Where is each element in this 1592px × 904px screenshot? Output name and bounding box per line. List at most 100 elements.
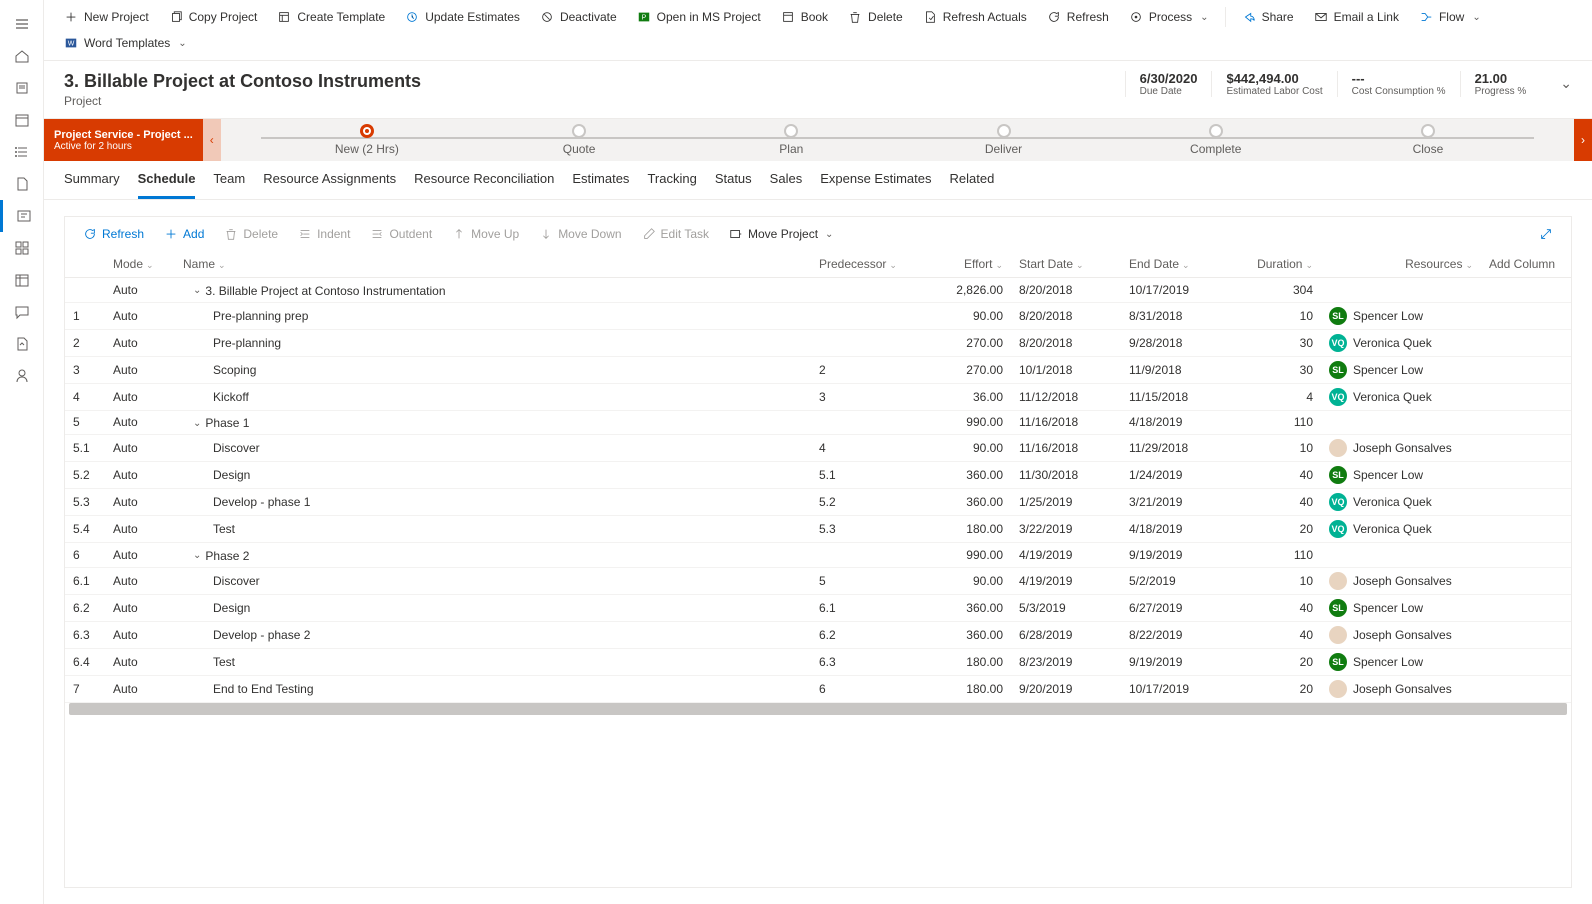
nav-person-icon[interactable] [0,360,44,392]
move-down-button[interactable]: Move Down [531,223,629,245]
nav-schedule-icon[interactable] [0,264,44,296]
nav-report-icon[interactable] [0,328,44,360]
avatar: SL [1329,466,1347,484]
copy-project-button[interactable]: Copy Project [161,6,266,28]
column-header[interactable]: Mode⌄ [105,251,175,278]
add-button[interactable]: Add [156,223,212,245]
column-header[interactable]: Resources⌄ [1321,251,1481,278]
bpf-prev-icon[interactable]: ‹ [203,119,221,161]
bpf-stage[interactable]: Complete [1110,124,1322,156]
table-row[interactable]: Auto ⌄3. Billable Project at Contoso Ins… [65,278,1571,303]
tab-estimates[interactable]: Estimates [572,171,629,199]
nav-menu-icon[interactable] [0,8,44,40]
tab-team[interactable]: Team [213,171,245,199]
nav-calendar-icon[interactable] [0,104,44,136]
svg-text:W: W [68,41,75,48]
column-header[interactable]: Effort⌄ [921,251,1011,278]
create-template-button[interactable]: Create Template [269,6,393,28]
nav-file-icon[interactable] [0,168,44,200]
table-row[interactable]: 2 Auto Pre-planning 270.00 8/20/2018 9/2… [65,329,1571,356]
move-up-button[interactable]: Move Up [444,223,527,245]
table-row[interactable]: 6.2 Auto Design 6.1 360.00 5/3/2019 6/27… [65,594,1571,621]
table-row[interactable]: 5 Auto ⌄Phase 1 990.00 11/16/2018 4/18/2… [65,410,1571,435]
nav-chat-icon[interactable] [0,296,44,328]
column-header[interactable]: Name⌄ [175,251,811,278]
bpf-next-icon[interactable]: › [1574,119,1592,161]
refresh-button[interactable]: Refresh [1039,6,1117,28]
open-in-ms-project-button[interactable]: POpen in MS Project [629,6,769,28]
bpf-stage[interactable]: Plan [685,124,897,156]
email-a-link-button[interactable]: Email a Link [1306,6,1407,28]
fullscreen-icon[interactable] [1531,223,1561,245]
update-estimates-button[interactable]: Update Estimates [397,6,528,28]
table-row[interactable]: 3 Auto Scoping 2 270.00 10/1/2018 11/9/2… [65,356,1571,383]
delete-button[interactable]: Delete [216,223,286,245]
indent-button[interactable]: Indent [290,223,358,245]
column-header[interactable]: Duration⌄ [1231,251,1321,278]
refresh-actuals-button[interactable]: Refresh Actuals [915,6,1035,28]
tab-resource-reconciliation[interactable]: Resource Reconciliation [414,171,554,199]
expand-icon[interactable]: ⌄ [193,418,201,429]
tab-tracking[interactable]: Tracking [647,171,696,199]
table-row[interactable]: 4 Auto Kickoff 3 36.00 11/12/2018 11/15/… [65,383,1571,410]
avatar: VQ [1329,388,1347,406]
table-row[interactable]: 5.3 Auto Develop - phase 1 5.2 360.00 1/… [65,489,1571,516]
nav-rail [0,0,44,904]
expand-icon[interactable]: ⌄ [193,550,201,561]
tab-schedule[interactable]: Schedule [138,171,196,199]
bpf-stage[interactable]: Close [1322,124,1534,156]
share-button[interactable]: Share [1234,6,1302,28]
table-row[interactable]: 5.1 Auto Discover 4 90.00 11/16/2018 11/… [65,435,1571,462]
tab-sales[interactable]: Sales [770,171,803,199]
table-row[interactable]: 7 Auto End to End Testing 6 180.00 9/20/… [65,675,1571,702]
header-expand-icon[interactable]: ⌄ [1560,71,1572,92]
word-templates-button[interactable]: WWord Templates⌄ [56,32,195,54]
deactivate-button[interactable]: Deactivate [532,6,625,28]
table-row[interactable]: 6.4 Auto Test 6.3 180.00 8/23/2019 9/19/… [65,648,1571,675]
horizontal-scrollbar[interactable] [69,703,1567,715]
flow-button[interactable]: Flow⌄ [1411,6,1489,28]
book-button[interactable]: Book [773,6,836,28]
table-row[interactable]: 1 Auto Pre-planning prep 90.00 8/20/2018… [65,302,1571,329]
column-header[interactable] [65,251,105,278]
schedule-grid[interactable]: Mode⌄Name⌄Predecessor⌄Effort⌄Start Date⌄… [65,251,1571,887]
nav-project-icon[interactable] [0,200,44,232]
table-row[interactable]: 5.2 Auto Design 5.1 360.00 11/30/2018 1/… [65,462,1571,489]
avatar: VQ [1329,334,1347,352]
outdent-button[interactable]: Outdent [362,223,440,245]
page-title: 3. Billable Project at Contoso Instrumen… [64,71,1105,92]
table-row[interactable]: 6 Auto ⌄Phase 2 990.00 4/19/2019 9/19/20… [65,543,1571,568]
nav-recent-icon[interactable] [0,72,44,104]
column-header[interactable]: Add Column [1481,251,1571,278]
tab-resource-assignments[interactable]: Resource Assignments [263,171,396,199]
tab-expense-estimates[interactable]: Expense Estimates [820,171,931,199]
tab-summary[interactable]: Summary [64,171,120,199]
process-button[interactable]: Process⌄ [1121,6,1217,28]
column-header[interactable]: Predecessor⌄ [811,251,921,278]
avatar: SL [1329,361,1347,379]
bpf-stage[interactable]: New (2 Hrs) [261,124,473,156]
table-row[interactable]: 6.1 Auto Discover 5 90.00 4/19/2019 5/2/… [65,567,1571,594]
tab-related[interactable]: Related [949,171,994,199]
nav-list-icon[interactable] [0,136,44,168]
column-header[interactable]: Start Date⌄ [1011,251,1121,278]
bpf-stage[interactable]: Deliver [897,124,1109,156]
refresh-button[interactable]: Refresh [75,223,152,245]
expand-icon[interactable]: ⌄ [193,285,201,296]
nav-home-icon[interactable] [0,40,44,72]
avatar [1329,626,1347,644]
form-tabs: Summary Schedule Team Resource Assignments R… [44,161,1592,200]
nav-grid-icon[interactable] [0,232,44,264]
new-project-button[interactable]: New Project [56,6,157,28]
command-bar: New ProjectCopy ProjectCreate TemplateUp… [44,0,1592,61]
avatar [1329,572,1347,590]
table-row[interactable]: 6.3 Auto Develop - phase 2 6.2 360.00 6/… [65,621,1571,648]
edit-task-button[interactable]: Edit Task [634,223,717,245]
avatar: SL [1329,653,1347,671]
tab-status[interactable]: Status [715,171,752,199]
bpf-stage[interactable]: Quote [473,124,685,156]
column-header[interactable]: End Date⌄ [1121,251,1231,278]
delete-button[interactable]: Delete [840,6,911,28]
table-row[interactable]: 5.4 Auto Test 5.3 180.00 3/22/2019 4/18/… [65,516,1571,543]
move-project-button[interactable]: Move Project⌄ [721,223,841,245]
